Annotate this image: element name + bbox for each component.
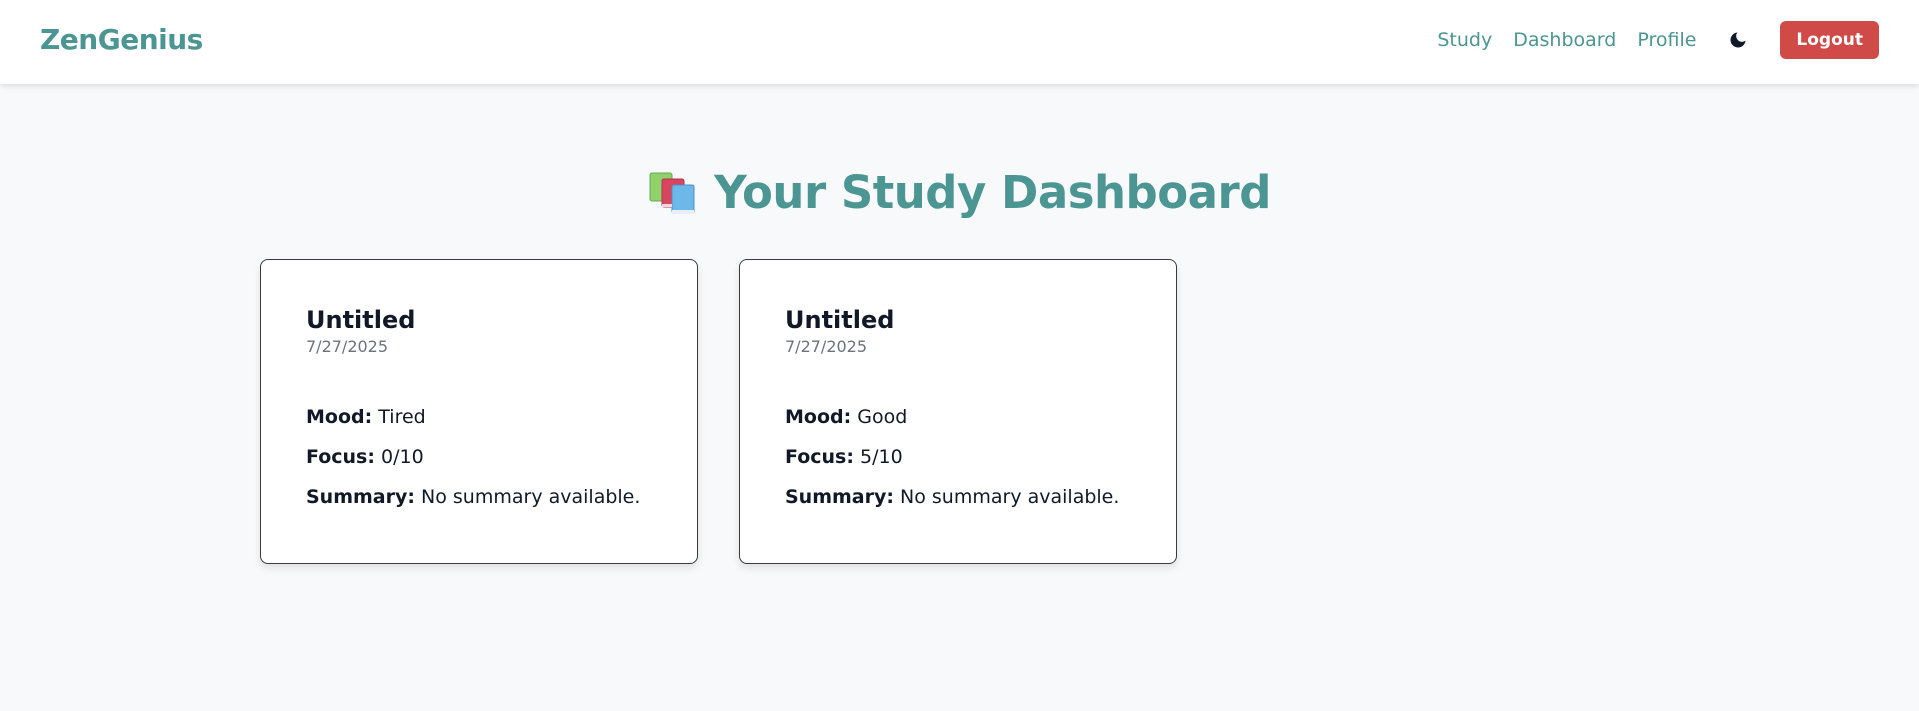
session-card[interactable]: Untitled 7/27/2025 Mood: Tired Focus: 0/…	[260, 259, 698, 564]
summary-value: No summary available.	[900, 486, 1120, 508]
top-navbar: ZenGenius Study Dashboard Profile Logout	[0, 0, 1919, 84]
mood-value: Good	[857, 406, 908, 428]
nav-link-profile[interactable]: Profile	[1637, 29, 1696, 51]
focus-value: 0/10	[381, 446, 424, 468]
mood-label: Mood:	[306, 406, 373, 428]
session-card-list: Untitled 7/27/2025 Mood: Tired Focus: 0/…	[260, 259, 1218, 564]
session-summary: Summary: No summary available.	[306, 485, 652, 509]
nav-links: Study Dashboard Profile Logout	[1416, 20, 1879, 60]
focus-value: 5/10	[860, 446, 903, 468]
logout-button[interactable]: Logout	[1780, 21, 1879, 59]
session-focus: Focus: 5/10	[785, 445, 1131, 469]
mood-value: Tired	[378, 406, 426, 428]
session-summary: Summary: No summary available.	[785, 485, 1131, 509]
nav-link-dashboard[interactable]: Dashboard	[1513, 29, 1616, 51]
session-mood: Mood: Tired	[306, 405, 652, 429]
session-title: Untitled	[785, 306, 895, 334]
session-date: 7/27/2025	[785, 337, 868, 356]
session-fields: Mood: Good Focus: 5/10 Summary: No summa…	[785, 405, 1131, 509]
moon-icon	[1730, 32, 1746, 48]
session-focus: Focus: 0/10	[306, 445, 652, 469]
session-fields: Mood: Tired Focus: 0/10 Summary: No summ…	[306, 405, 652, 509]
focus-label: Focus:	[306, 446, 375, 468]
mood-label: Mood:	[785, 406, 852, 428]
summary-label: Summary:	[785, 486, 894, 508]
summary-label: Summary:	[306, 486, 415, 508]
brand-logo[interactable]: ZenGenius	[40, 23, 203, 56]
session-card[interactable]: Untitled 7/27/2025 Mood: Good Focus: 5/1…	[739, 259, 1177, 564]
summary-value: No summary available.	[421, 486, 641, 508]
session-date: 7/27/2025	[306, 337, 389, 356]
session-mood: Mood: Good	[785, 405, 1131, 429]
page-heading: Your Study Dashboard	[0, 166, 1919, 219]
focus-label: Focus:	[785, 446, 854, 468]
nav-link-study[interactable]: Study	[1437, 29, 1492, 51]
books-icon	[649, 172, 695, 214]
theme-toggle-button[interactable]	[1722, 24, 1754, 56]
page-title: Your Study Dashboard	[714, 166, 1271, 219]
session-title: Untitled	[306, 306, 416, 334]
